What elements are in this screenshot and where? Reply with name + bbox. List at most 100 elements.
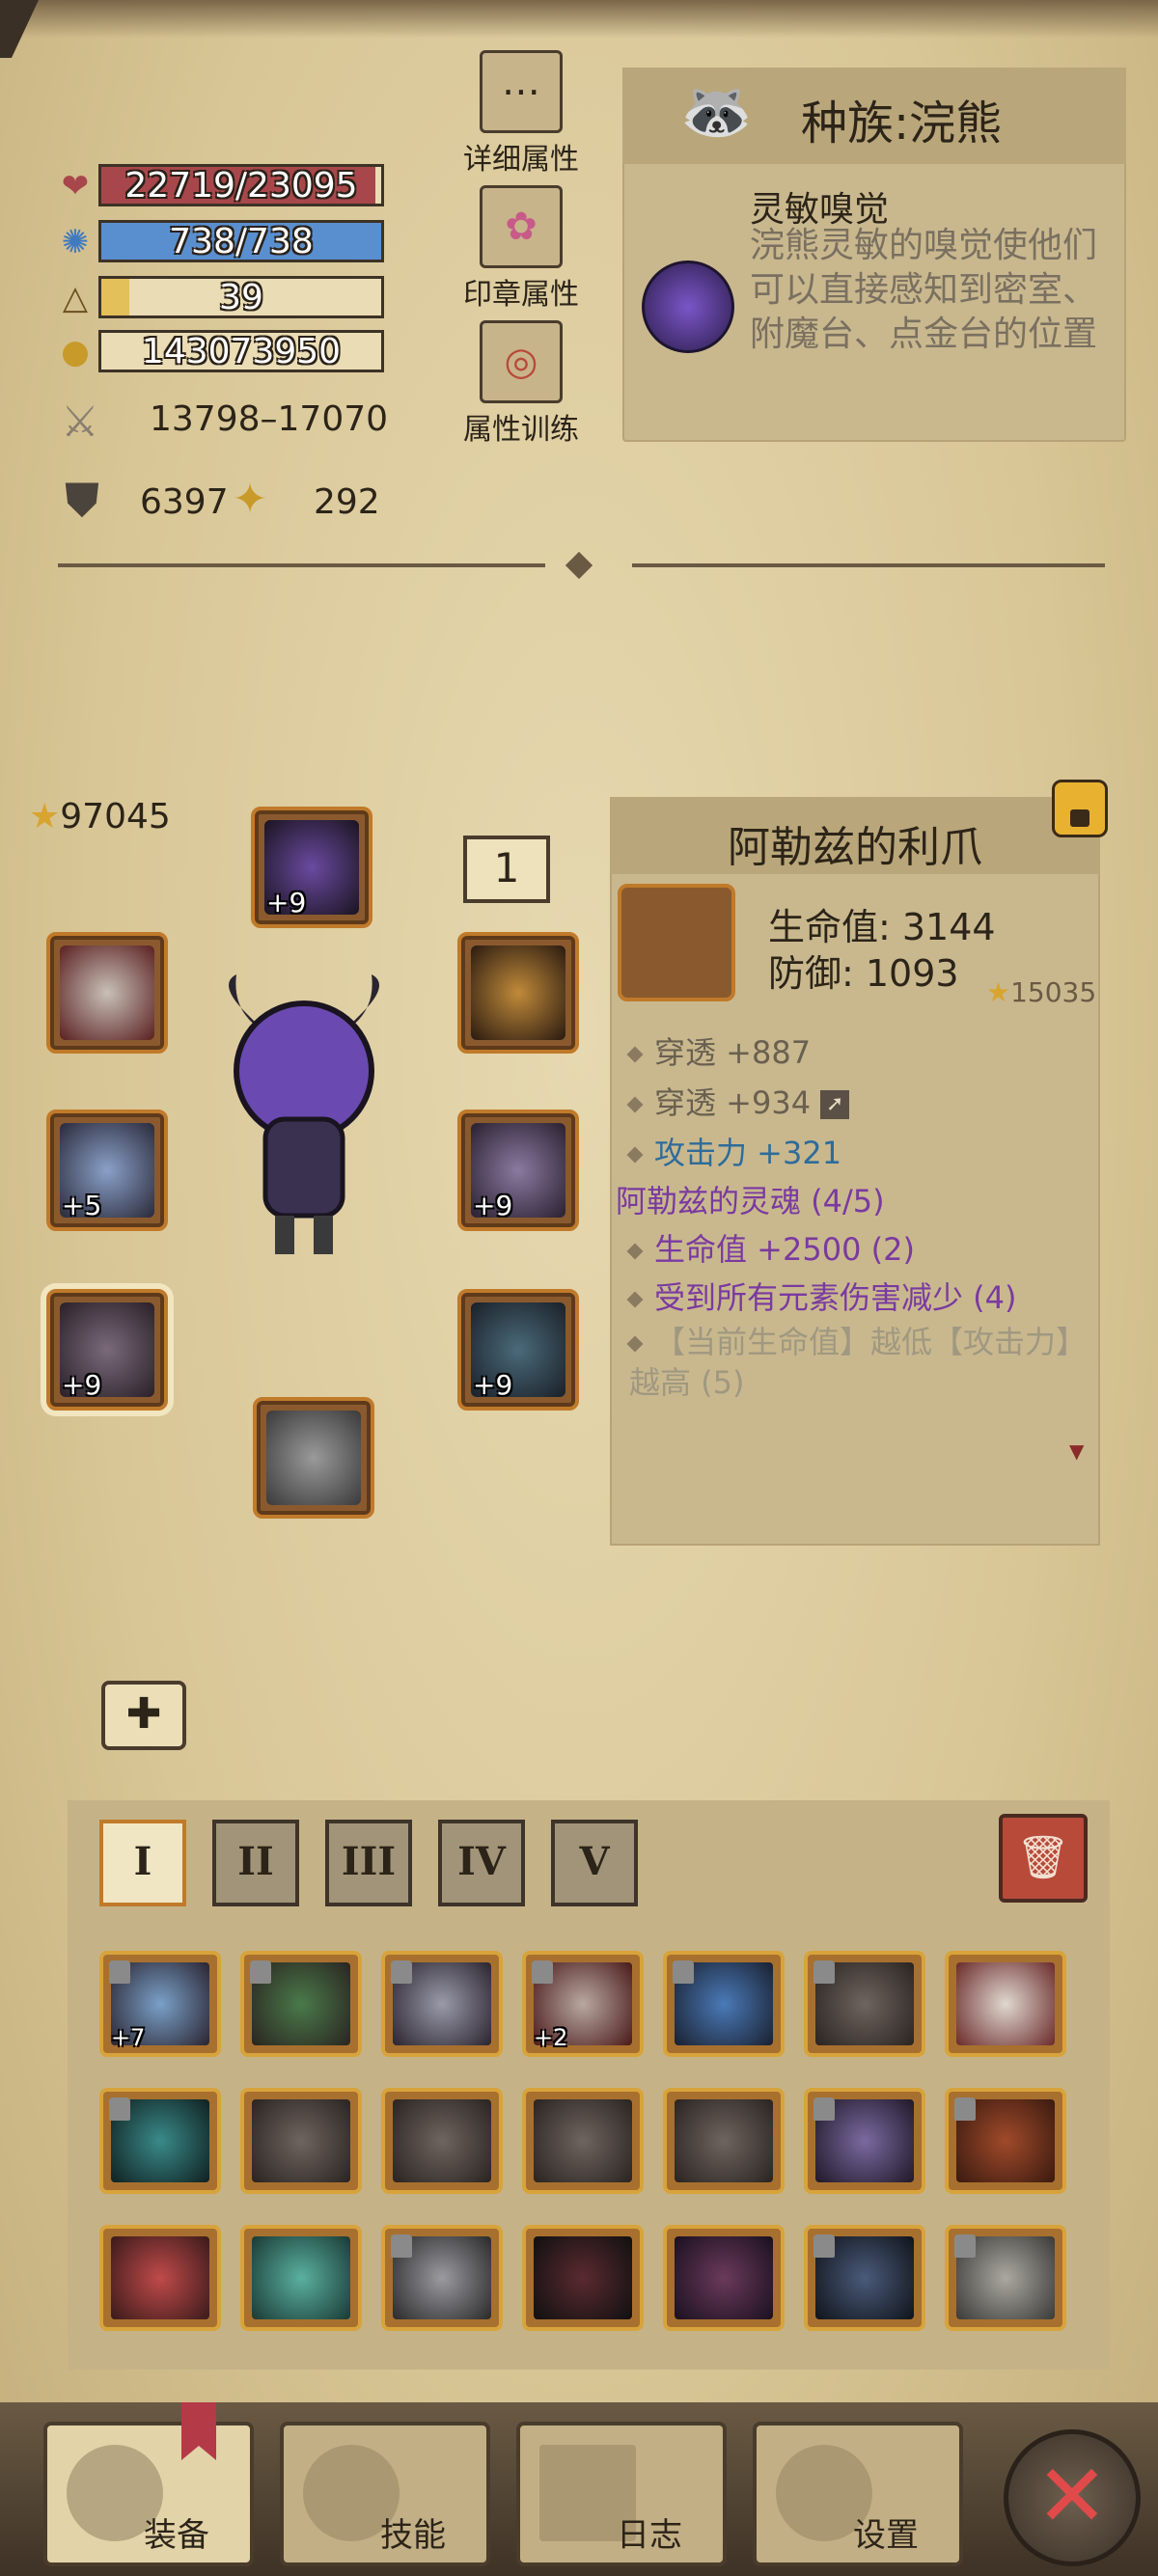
item-icon [618, 884, 735, 1001]
plus-icon: ✚ [125, 1689, 162, 1739]
attribute-training-button[interactable]: ◎ 属性训练 [458, 320, 584, 448]
inventory-item[interactable] [945, 2225, 1066, 2331]
inventory-item[interactable]: +2 [522, 1951, 644, 2057]
item-enhance: +2 [534, 2024, 568, 2051]
trait-icon [642, 260, 734, 353]
mask-slot[interactable] [46, 932, 168, 1054]
inventory-item[interactable]: +7 [99, 1951, 221, 2057]
ring-slot[interactable]: +9 [457, 1110, 579, 1231]
inventory-item[interactable] [99, 2088, 221, 2194]
hp-bar: 22719/23095 [98, 164, 384, 206]
inventory-item[interactable] [663, 2088, 785, 2194]
helmet-art [393, 2099, 491, 2182]
trait-description: 浣熊灵敏的嗅觉使他们可以直接感知到密室、附魔台、点金台的位置 [750, 226, 1098, 354]
divider-left [58, 563, 545, 567]
add-button[interactable]: ✚ [101, 1681, 186, 1750]
inventory-item[interactable] [240, 2225, 362, 2331]
weapon-slot[interactable]: +5 [46, 1110, 168, 1231]
lock-icon [813, 1960, 835, 1984]
inventory-item[interactable] [381, 2225, 503, 2331]
tab-3[interactable]: III [325, 1820, 412, 1906]
nav-log-label: 日志 [617, 2516, 682, 2555]
lock-icon [954, 2234, 976, 2258]
nav-skills[interactable]: 技能 [280, 2422, 490, 2566]
nav-log[interactable]: 日志 [516, 2422, 727, 2566]
close-icon: ✕ [1035, 2446, 1109, 2547]
ellipsis-icon: ⋯ [480, 50, 563, 133]
item-defense: 防御: 1093 [768, 952, 959, 995]
item-line-pierce-2: 穿透 +934 ➚ [626, 1079, 850, 1123]
helmet-art [534, 2099, 632, 2182]
lock-icon [1070, 809, 1089, 827]
gear-score: ★97045 [29, 797, 171, 836]
armor-enhance: +9 [473, 1369, 513, 1401]
gear-score-value: 97045 [60, 797, 171, 836]
item-hp: 生命值: 3144 [768, 906, 996, 948]
inventory-item[interactable] [381, 2088, 503, 2194]
weapon-enhance: +5 [62, 1190, 102, 1221]
inventory-item[interactable] [381, 1951, 503, 2057]
scroll-down-indicator[interactable]: ▼ [1069, 1439, 1084, 1463]
shield-icon: ⛊ [64, 473, 99, 528]
attribute-training-label: 属性训练 [463, 413, 579, 447]
inventory-item[interactable] [804, 1951, 925, 2057]
tab-5[interactable]: V [551, 1820, 638, 1906]
level-bar-fill [101, 279, 129, 315]
armor-art [534, 2236, 632, 2319]
necklace-slot[interactable] [457, 932, 579, 1054]
tab-2[interactable]: II [212, 1820, 299, 1906]
helmet-slot[interactable]: +9 [251, 807, 372, 928]
armor-slot[interactable]: +9 [457, 1289, 579, 1411]
nav-skills-label: 技能 [380, 2516, 446, 2555]
gold-value: 143073950 [141, 331, 342, 371]
detail-attributes-button[interactable]: ⋯ 详细属性 [458, 50, 584, 178]
race-title: 种族:浣熊 [801, 96, 1003, 151]
inventory-item[interactable] [945, 1951, 1066, 2057]
lock-icon [391, 1960, 412, 1984]
inventory-item[interactable] [522, 2088, 644, 2194]
item-line-text: 穿透 +887 [654, 1034, 812, 1071]
item-enhance: +7 [111, 2024, 146, 2051]
tab-4[interactable]: IV [438, 1820, 525, 1906]
lock-button[interactable] [1052, 780, 1108, 837]
inventory-item[interactable] [240, 1951, 362, 2057]
inventory-item[interactable] [663, 1951, 785, 2057]
upgrade-arrow-icon: ➚ [820, 1090, 850, 1119]
trash-button[interactable]: 🗑 [999, 1814, 1088, 1903]
item-set-bonus-2: 生命值 +2500 (2) [626, 1225, 915, 1270]
lock-icon [813, 2234, 835, 2258]
item-line-text: 攻击力 +321 [654, 1135, 842, 1171]
armor-art [111, 2236, 209, 2319]
inventory-item[interactable] [522, 2225, 644, 2331]
hp-value: 22719/23095 [124, 165, 358, 206]
inventory-item[interactable] [99, 2225, 221, 2331]
top-edge [0, 0, 1158, 39]
item-line-text: 穿透 +934 [654, 1084, 812, 1121]
level-badge[interactable]: 1 [463, 836, 550, 903]
claw-slot[interactable]: +9 [46, 1289, 168, 1411]
item-line-text: 生命值 +2500 (2) [654, 1231, 915, 1268]
lock-icon [954, 2097, 976, 2121]
claw-enhance: +9 [62, 1369, 102, 1401]
bullet-icon [626, 1146, 644, 1164]
lock-icon [813, 2097, 835, 2121]
nav-equipment[interactable]: 装备 [43, 2422, 254, 2566]
nav-settings-label: 设置 [853, 2516, 919, 2555]
inventory-item[interactable] [945, 2088, 1066, 2194]
seal-attributes-button[interactable]: ✿ 印章属性 [458, 185, 584, 313]
tab-1[interactable]: I [99, 1820, 186, 1906]
set-name-text: 阿勒兹的灵魂 (4/5) [616, 1183, 885, 1219]
boots-slot[interactable] [253, 1397, 374, 1519]
inventory-item[interactable] [804, 2225, 925, 2331]
nav-settings[interactable]: 设置 [753, 2422, 963, 2566]
inventory-item[interactable] [240, 2088, 362, 2194]
gold-icon: ● [61, 333, 90, 371]
divider-right [632, 563, 1105, 567]
inventory-item[interactable] [804, 2088, 925, 2194]
close-button[interactable]: ✕ [1004, 2429, 1141, 2566]
item-line-pierce-1: 穿透 +887 [626, 1028, 812, 1073]
inventory-item[interactable] [663, 2225, 785, 2331]
item-score: ★15035 [986, 976, 1096, 1008]
bullet-icon [626, 1335, 644, 1353]
mp-value: 738/738 [169, 221, 314, 261]
